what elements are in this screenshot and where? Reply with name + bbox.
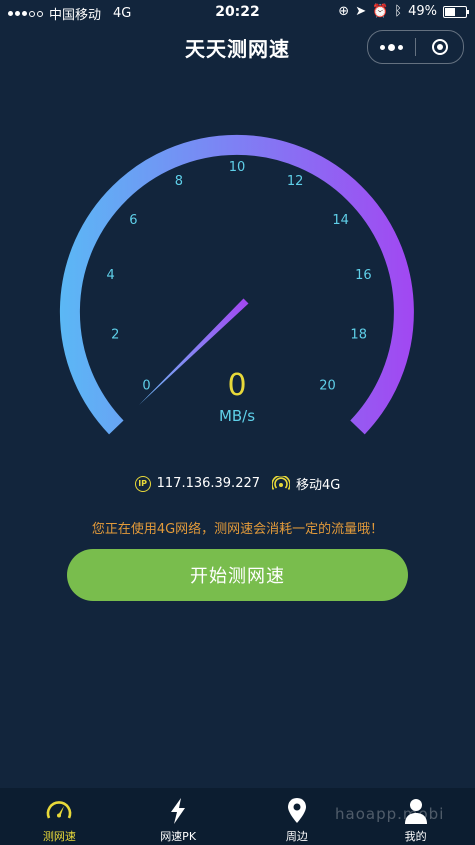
gauge-tick-label: 16 bbox=[355, 268, 372, 283]
lightning-icon bbox=[171, 798, 186, 824]
gauge-tick-label: 18 bbox=[350, 328, 367, 343]
tab-label: 周边 bbox=[285, 830, 308, 843]
gauge-tick-label: 14 bbox=[332, 213, 349, 228]
tab-label: 网速PK bbox=[160, 830, 197, 843]
data-usage-warning: 您正在使用4G网络，测网速会消耗一定的流量哦！ bbox=[91, 522, 384, 537]
tab-label: 测网速 bbox=[42, 830, 76, 843]
ip-address: 117.136.39.227 bbox=[156, 476, 261, 491]
gauge-tick-label: 4 bbox=[106, 268, 114, 283]
gauge-tick-label: 12 bbox=[287, 174, 304, 189]
watermark: haoapp.mobi bbox=[335, 805, 445, 823]
gauge-tick-labels: 0 2 4 6 8 10 12 14 16 18 20 bbox=[106, 160, 371, 394]
speed-value: 0 bbox=[227, 368, 246, 403]
tab-speed-test[interactable]: 测网速 bbox=[0, 788, 119, 845]
tab-label: 我的 bbox=[404, 830, 427, 843]
speed-gauge: 0 2 4 6 8 10 12 14 16 18 20 0 MB/s bbox=[59, 134, 414, 435]
speedometer-icon bbox=[47, 801, 72, 819]
speed-unit: MB/s bbox=[219, 407, 255, 425]
carrier-network: 移动4G bbox=[296, 478, 341, 493]
start-speed-test-button[interactable]: 开始测网速 bbox=[67, 549, 408, 601]
network-info: IP 117.136.39.227 移动4G bbox=[0, 474, 475, 493]
gauge-tick-label: 20 bbox=[319, 379, 336, 394]
wireless-signal-icon bbox=[272, 475, 291, 490]
gauge-tick-label: 2 bbox=[111, 328, 119, 343]
tab-speed-pk[interactable]: 网速PK bbox=[119, 788, 238, 845]
ip-badge-icon: IP bbox=[134, 475, 151, 492]
gauge-tick-label: 10 bbox=[229, 160, 246, 175]
gauge-tick-label: 0 bbox=[142, 379, 150, 394]
gauge-tick-label: 8 bbox=[175, 174, 183, 189]
location-pin-icon bbox=[287, 798, 306, 823]
gauge-tick-label: 6 bbox=[129, 213, 137, 228]
